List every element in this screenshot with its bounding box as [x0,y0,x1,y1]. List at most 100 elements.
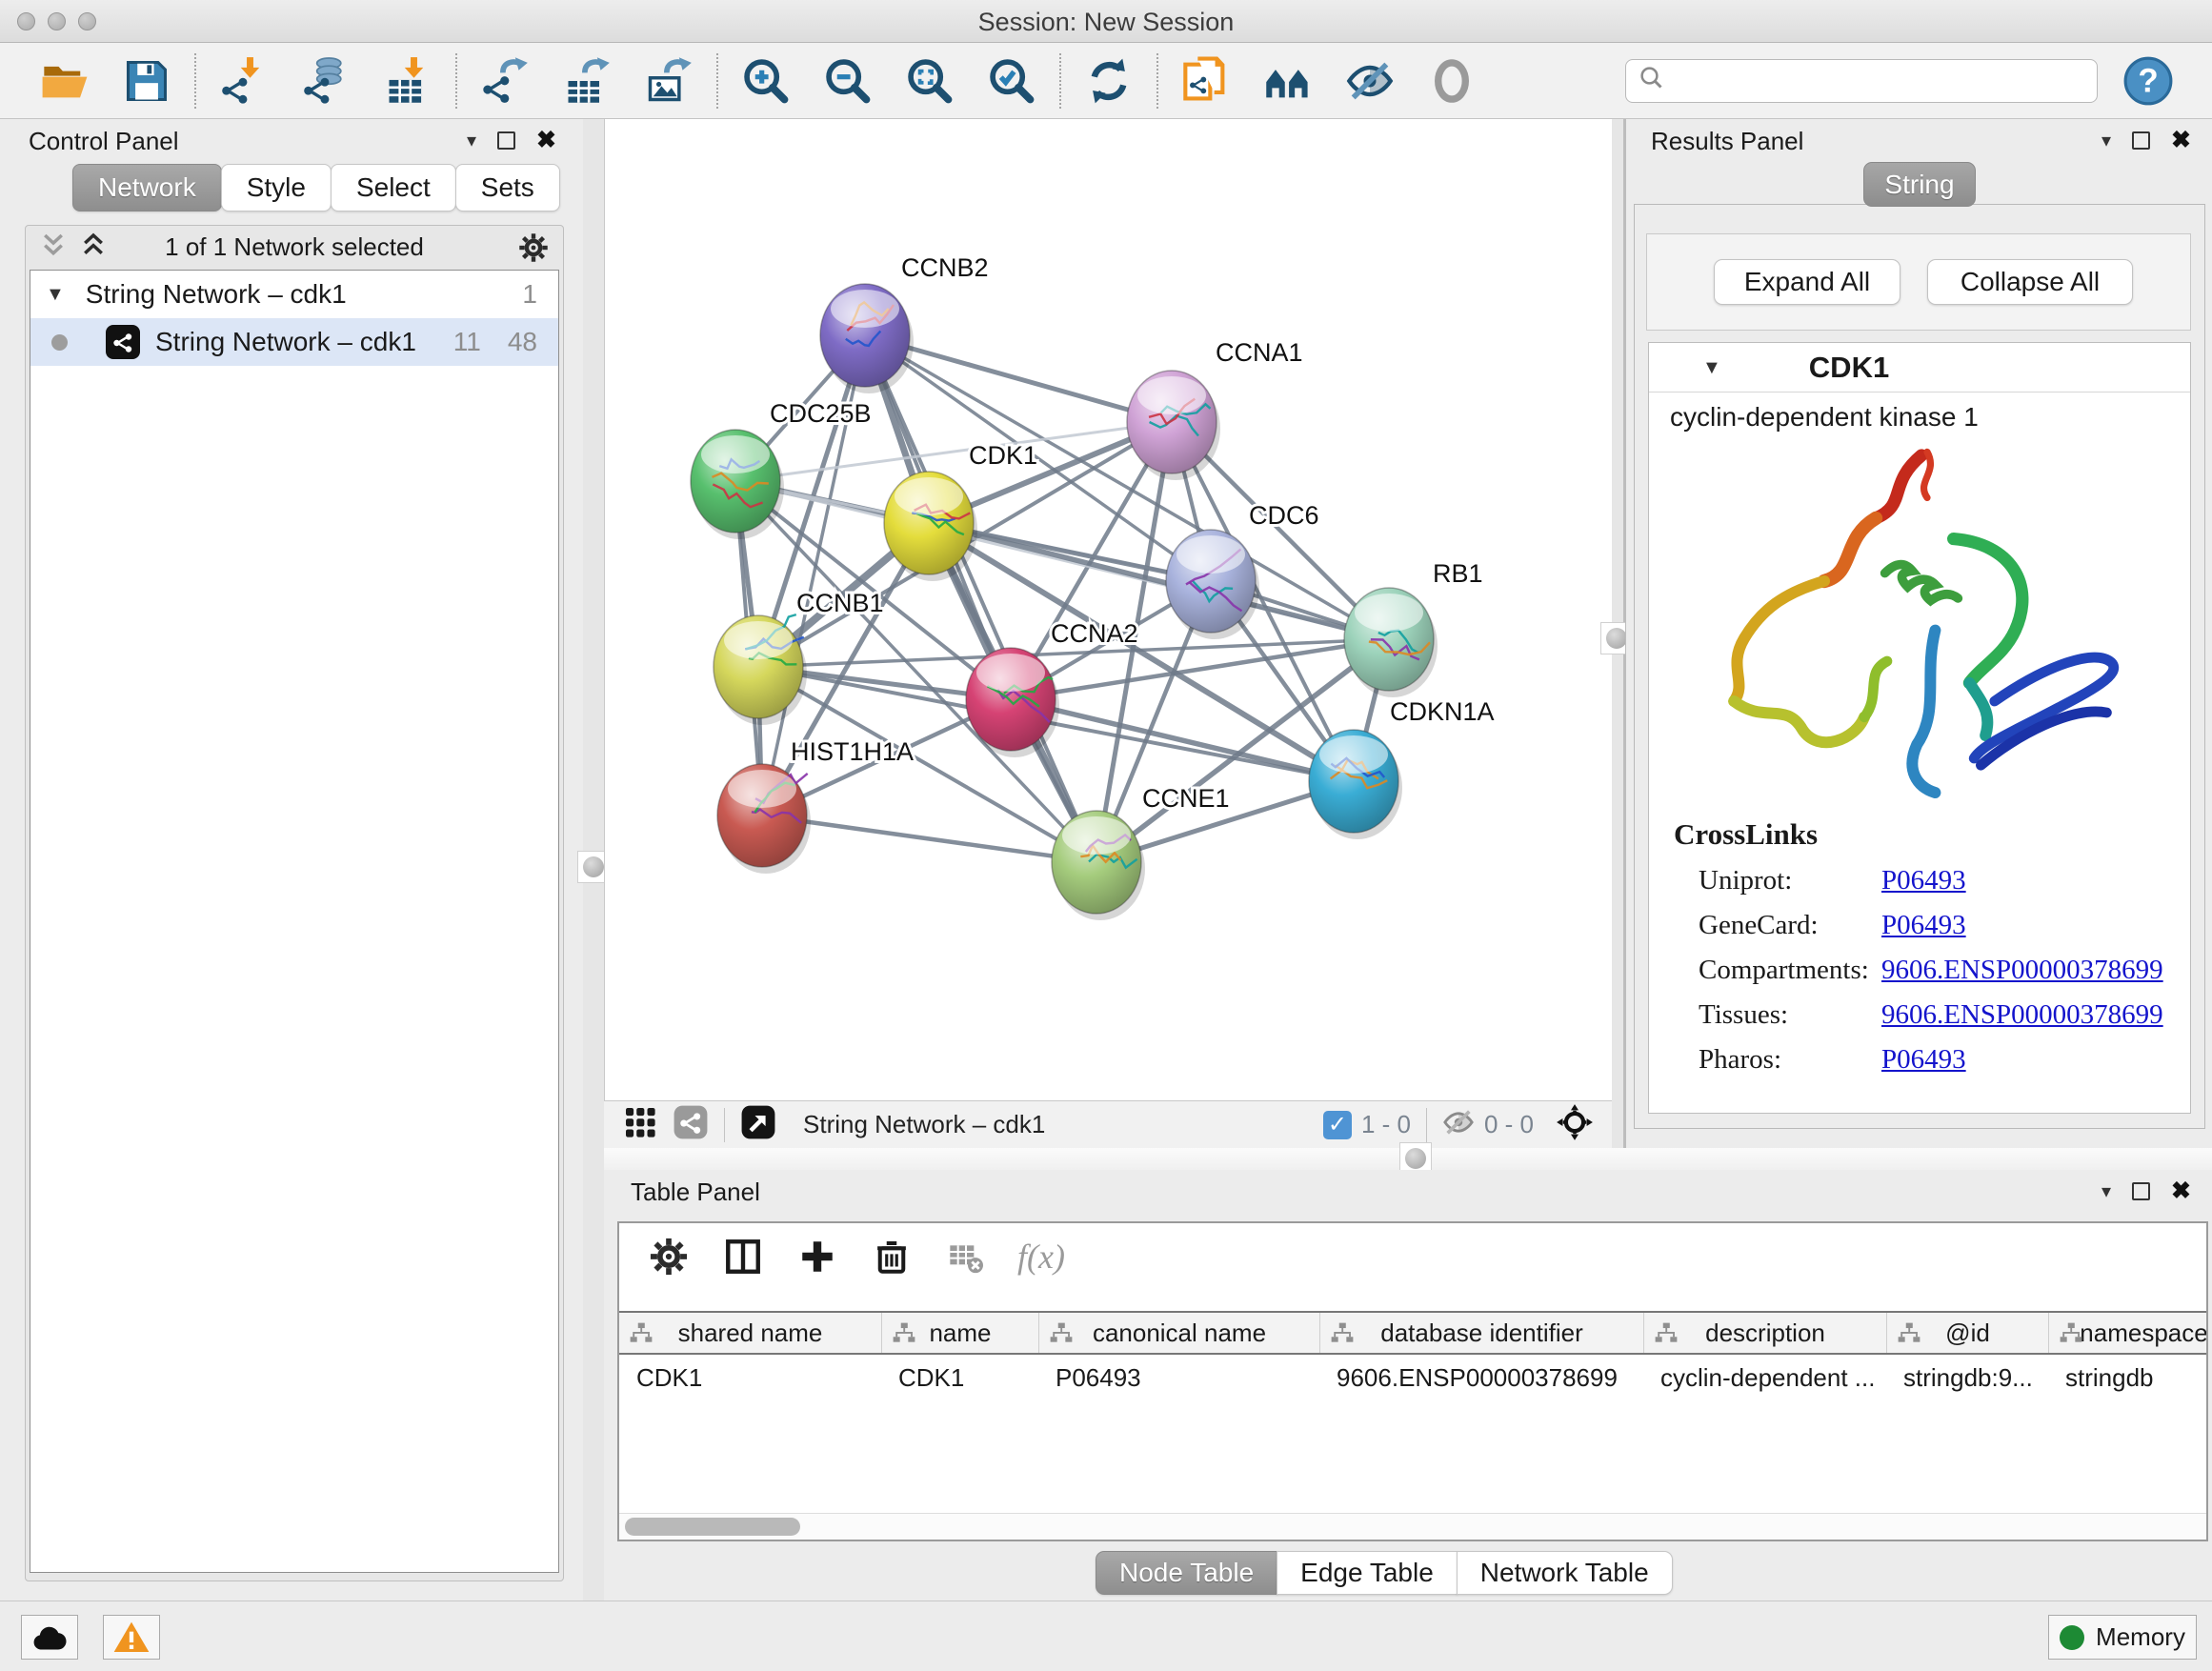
node-label-CDC25B: CDC25B [770,399,872,428]
show-columns-icon[interactable] [720,1234,766,1279]
edge-HIST1H1A-CCNE1[interactable] [762,815,1096,862]
close-panel-icon[interactable]: ✖ [536,129,556,152]
zoom-out-button[interactable] [821,54,875,108]
crosslink-label: Pharos: [1699,1044,1881,1076]
close-panel-icon[interactable]: ✖ [2171,129,2191,152]
edge-CCNB2-CCNE1[interactable] [865,335,1096,862]
selected-indicator-checkbox[interactable]: ✓ [1323,1111,1352,1139]
table-horizontal-scrollbar[interactable] [619,1513,2206,1540]
node-label-CCNB2: CCNB2 [901,253,989,282]
crosslink-link[interactable]: P06493 [1881,865,1966,896]
tab-edge-table[interactable]: Edge Table [1277,1551,1458,1595]
panel-menu-icon[interactable]: ▾ [2101,131,2111,151]
show-graphics-details-button[interactable] [1261,54,1315,108]
crosslink-label: GeneCard: [1699,910,1881,941]
zoom-fit-button[interactable] [903,54,956,108]
column-header-name[interactable]: name [881,1313,1038,1353]
zoom-selected-button[interactable] [985,54,1038,108]
toolbar-separator [455,53,457,109]
clone-network-button[interactable] [1179,54,1233,108]
edge-CDK1-RB1[interactable] [929,523,1389,639]
column-header-database-identifier[interactable]: database identifier [1319,1313,1643,1353]
column-header-canonical-name[interactable]: canonical name [1038,1313,1319,1353]
column-header-description[interactable]: description [1643,1313,1886,1353]
collection-expander-icon[interactable]: ▼ [46,285,65,304]
gene-card-header[interactable]: ▼ CDK1 [1649,343,2190,393]
network-options-gear-icon[interactable] [517,232,550,269]
memory-button[interactable]: Memory [2048,1615,2197,1660]
column-type-icon [1049,1321,1074,1353]
float-panel-icon[interactable] [2132,1182,2150,1200]
warnings-button[interactable] [103,1615,160,1660]
crosslink-link[interactable]: 9606.ENSP00000378699 [1881,999,2163,1031]
export-image-button[interactable] [642,54,695,108]
node-label-CDC6: CDC6 [1249,501,1319,530]
tab-select[interactable]: Select [331,164,456,211]
memory-status-dot [2060,1625,2084,1650]
cell[interactable]: CDK1 [881,1357,1038,1399]
collapse-all-button[interactable]: Collapse All [1927,259,2133,305]
cloud-status-button[interactable] [21,1615,78,1660]
search-input[interactable] [1666,62,2085,100]
column-label: database identifier [1380,1319,1582,1348]
search-box[interactable] [1625,59,2098,103]
column-header--id[interactable]: @id [1886,1313,2048,1353]
birds-eye-view-icon[interactable] [623,1105,657,1144]
cell[interactable]: stringdb:9... [1886,1357,2048,1399]
tab-network[interactable]: Network [72,164,222,211]
open-session-button[interactable] [38,54,91,108]
protein-structure-image [1693,438,2150,810]
column-header-namespace[interactable]: namespace [2048,1313,2208,1353]
left-splitter[interactable] [583,119,604,1601]
show-all-button[interactable] [1425,54,1478,108]
panel-menu-icon[interactable]: ▾ [2101,1182,2111,1201]
goto-network-icon[interactable] [740,1104,776,1145]
close-panel-icon[interactable]: ✖ [2171,1179,2191,1203]
zoom-in-button[interactable] [739,54,793,108]
help-button[interactable]: ? [2122,55,2174,107]
right-splitter[interactable] [1612,119,1625,1148]
network-row[interactable]: String Network – cdk1 11 48 [30,318,558,366]
current-network-name: String Network – cdk1 [803,1110,1045,1139]
table-settings-gear-icon[interactable] [646,1234,692,1279]
crosslink-link[interactable]: P06493 [1881,910,1966,941]
export-table-button[interactable] [560,54,613,108]
tab-sets[interactable]: Sets [455,164,560,211]
panel-menu-icon[interactable]: ▾ [467,131,476,151]
tab-string[interactable]: String [1863,162,1976,207]
export-network-button[interactable] [478,54,532,108]
crosslink-label: Uniprot: [1699,865,1881,896]
crosslink-link[interactable]: P06493 [1881,1044,1966,1076]
add-column-icon[interactable] [794,1234,840,1279]
import-network-button[interactable] [217,54,271,108]
hide-selected-button[interactable] [1343,54,1397,108]
tab-node-table[interactable]: Node Table [1096,1551,1277,1595]
collapse-gene-icon[interactable]: ▼ [1702,358,1721,377]
scrollbar-thumb[interactable] [625,1518,800,1536]
cell[interactable]: 9606.ENSP00000378699 [1319,1357,1643,1399]
table-header-row: shared name name canonical name database… [619,1311,2208,1355]
delete-column-trash-icon[interactable] [869,1234,915,1279]
fit-content-crosshair-icon[interactable] [1555,1102,1595,1147]
import-database-button[interactable] [299,54,352,108]
import-table-button[interactable] [381,54,434,108]
cell[interactable]: P06493 [1038,1357,1319,1399]
cell[interactable]: cyclin-dependent ... [1643,1357,1886,1399]
network-canvas[interactable]: CCNB2CCNA1CDC25BCDK1CDC6RB1CCNB1CCNA2CDK… [604,119,1612,1100]
cell[interactable]: stringdb [2048,1357,2208,1399]
tab-network-table[interactable]: Network Table [1457,1551,1673,1595]
float-panel-icon[interactable] [497,131,515,150]
column-header-shared-name[interactable]: shared name [619,1313,881,1353]
save-session-button[interactable] [120,54,173,108]
crosslink-link[interactable]: 9606.ENSP00000378699 [1881,955,2163,986]
cell[interactable]: CDK1 [619,1357,881,1399]
string-network-chip-icon[interactable] [673,1104,709,1145]
float-panel-icon[interactable] [2132,131,2150,150]
apply-layout-button[interactable] [1082,54,1136,108]
tab-style[interactable]: Style [221,164,332,211]
crosslinks-title: CrossLinks [1674,817,2190,852]
horizontal-splitter[interactable] [604,1148,2212,1170]
table-row[interactable]: CDK1CDK1P064939606.ENSP00000378699cyclin… [619,1357,2208,1399]
network-collection-row[interactable]: ▼ String Network – cdk1 1 [30,271,558,318]
expand-all-button[interactable]: Expand All [1714,259,1900,305]
